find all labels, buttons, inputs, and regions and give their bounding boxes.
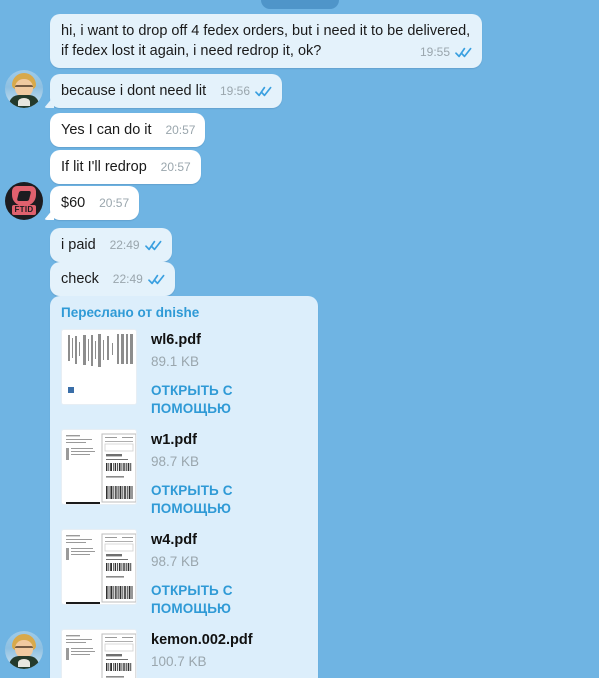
message-row: hi, i want to drop off 4 fedex orders, b… <box>50 14 482 68</box>
avatar[interactable]: FTID <box>5 182 43 220</box>
open-with-button[interactable]: ОТКРЫТЬ С ПОМОЩЬЮ <box>151 582 307 618</box>
message-row: If lit I'll redrop 20:57 <box>50 150 201 184</box>
message-bubble-outgoing[interactable]: because i dont need lit 19:56 <box>50 74 283 108</box>
message-row: FTID $60 20:57 <box>5 182 140 220</box>
message-time: 22:49 <box>109 238 140 252</box>
message-text: hi, i want to drop off 4 fedex orders, b… <box>61 23 471 59</box>
message-meta: 19:55 <box>420 45 472 59</box>
file-attachment-item[interactable]: kemon.002.pdf 100.7 KB ОТКРЫТЬ С ПОМОЩЬЮ <box>61 629 307 678</box>
message-text: Yes I can do it <box>61 122 152 138</box>
file-size: 89.1 KB <box>151 354 200 369</box>
file-name: w4.pdf <box>151 532 197 548</box>
file-size: 98.7 KB <box>151 554 200 569</box>
message-row: because i dont need lit 19:56 <box>5 70 283 108</box>
pdf-thumbnail[interactable] <box>61 629 137 678</box>
avatar-collar <box>18 659 30 667</box>
file-attachment-item[interactable]: w4.pdf 98.7 KB ОТКРЫТЬ С ПОМОЩЬЮ <box>61 529 307 618</box>
open-with-button[interactable]: ОТКРЫТЬ С ПОМОЩЬЮ <box>151 482 307 518</box>
avatar[interactable] <box>5 631 43 669</box>
message-meta: 20:57 <box>165 123 195 137</box>
avatar-glasses <box>15 646 33 651</box>
message-time: 19:55 <box>419 45 450 59</box>
pdf-thumbnail[interactable] <box>61 329 137 405</box>
date-pill <box>260 0 339 9</box>
message-row: check 22:49 <box>50 262 175 296</box>
avatar-collar <box>18 98 30 106</box>
message-meta: 20:57 <box>99 196 129 210</box>
message-text: $60 <box>61 195 86 211</box>
message-meta: 22:49 <box>110 238 162 252</box>
forwarded-from-label: Переслано от dnishe <box>61 305 200 320</box>
file-name: wl6.pdf <box>151 332 201 348</box>
message-text: check <box>61 271 99 287</box>
chat-message-list[interactable]: hi, i want to drop off 4 fedex orders, b… <box>0 0 599 678</box>
open-with-button[interactable]: ОТКРЫТЬ С ПОМОЩЬЮ <box>151 382 307 418</box>
file-size: 98.7 KB <box>151 454 200 469</box>
message-row: i paid 22:49 <box>50 228 172 262</box>
forwarded-message-block[interactable]: Переслано от dnishe wl6.pdf 89.1 KB ОТКР… <box>50 296 318 678</box>
pdf-thumbnail[interactable] <box>61 429 137 505</box>
message-bubble-outgoing[interactable]: check 22:49 <box>50 262 175 296</box>
message-text: because i dont need lit <box>61 83 207 99</box>
message-bubble-incoming[interactable]: $60 20:57 <box>50 186 140 220</box>
message-time: 19:56 <box>220 84 251 98</box>
message-bubble-incoming[interactable]: If lit I'll redrop 20:57 <box>50 150 201 184</box>
message-time: 22:49 <box>112 272 143 286</box>
avatar-glasses <box>15 85 33 90</box>
message-meta: 20:57 <box>161 160 191 174</box>
avatar-label: FTID <box>12 205 36 215</box>
message-time: 20:57 <box>99 196 130 210</box>
read-receipt-double-check-icon <box>147 274 165 285</box>
file-info: wl6.pdf 89.1 KB ОТКРЫТЬ С ПОМОЩЬЮ <box>151 329 307 418</box>
read-receipt-double-check-icon <box>455 47 472 58</box>
message-meta: 19:56 <box>220 84 272 98</box>
file-name: kemon.002.pdf <box>151 632 253 648</box>
file-info: w4.pdf 98.7 KB ОТКРЫТЬ С ПОМОЩЬЮ <box>151 529 307 618</box>
message-meta: 22:49 <box>113 272 165 286</box>
message-row: Yes I can do it 20:57 <box>50 113 206 147</box>
avatar[interactable] <box>5 70 43 108</box>
message-bubble-outgoing[interactable]: i paid 22:49 <box>50 228 172 262</box>
message-time: 20:57 <box>165 123 196 137</box>
file-info: kemon.002.pdf 100.7 KB ОТКРЫТЬ С ПОМОЩЬЮ <box>151 629 307 678</box>
message-text: i paid <box>61 237 96 253</box>
file-size: 100.7 KB <box>151 654 207 669</box>
message-bubble-incoming[interactable]: Yes I can do it 20:57 <box>50 113 206 147</box>
pdf-thumbnail[interactable] <box>61 529 137 605</box>
message-text: If lit I'll redrop <box>61 159 147 175</box>
file-attachment-item[interactable]: w1.pdf 98.7 KB ОТКРЫТЬ С ПОМОЩЬЮ <box>61 429 307 518</box>
message-bubble-outgoing[interactable]: hi, i want to drop off 4 fedex orders, b… <box>50 14 482 68</box>
read-receipt-double-check-icon <box>144 240 162 251</box>
read-receipt-double-check-icon <box>255 86 272 97</box>
file-attachment-item[interactable]: wl6.pdf 89.1 KB ОТКРЫТЬ С ПОМОЩЬЮ <box>61 329 307 418</box>
file-name: w1.pdf <box>151 432 197 448</box>
file-info: w1.pdf 98.7 KB ОТКРЫТЬ С ПОМОЩЬЮ <box>151 429 307 518</box>
shield-icon <box>12 186 36 206</box>
message-time: 20:57 <box>160 160 191 174</box>
